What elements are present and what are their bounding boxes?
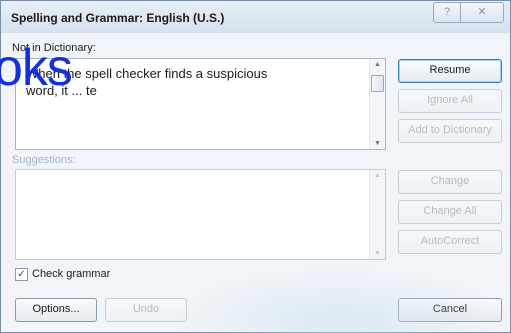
title-bar-buttons: ? ✕ — [433, 2, 504, 23]
change-button[interactable]: Change — [398, 170, 502, 194]
not-in-dictionary-line-2: word, it ... te — [26, 83, 97, 98]
undo-button[interactable]: Undo — [105, 298, 187, 322]
check-grammar-checkbox[interactable]: ✓ — [15, 268, 28, 281]
spelling-dialog: Spelling and Grammar: English (U.S.) ? ✕… — [0, 0, 511, 333]
dialog-body: Not in Dictionary: When the spell checke… — [1, 33, 510, 332]
dialog-title: Spelling and Grammar: English (U.S.) — [11, 11, 225, 25]
autocorrect-button[interactable]: AutoCorrect — [398, 230, 502, 254]
check-grammar-label: Check grammar — [32, 268, 111, 280]
not-in-dictionary-scrollbar[interactable]: ▲ ▼ — [369, 59, 385, 149]
help-icon: ? — [443, 6, 451, 18]
change-all-button[interactable]: Change All — [398, 200, 502, 224]
not-in-dictionary-label: Not in Dictionary: — [12, 42, 96, 54]
scroll-up-arrow-icon[interactable]: ▲ — [370, 61, 385, 68]
help-button[interactable]: ? — [433, 2, 461, 23]
add-to-dictionary-button[interactable]: Add to Dictionary — [398, 119, 502, 143]
cancel-button[interactable]: Cancel — [398, 298, 502, 322]
close-button[interactable]: ✕ — [461, 2, 504, 23]
resume-button[interactable]: Resume — [398, 59, 502, 83]
options-button[interactable]: Options... — [15, 298, 97, 322]
close-icon: ✕ — [477, 6, 487, 18]
ignore-all-button[interactable]: Ignore All — [398, 89, 502, 113]
suggestions-label: Suggestions: — [12, 154, 76, 166]
not-in-dictionary-line-1: When the spell checker finds a suspiciou… — [26, 66, 268, 81]
suggestions-scroll-down-icon[interactable]: ▼ — [370, 250, 385, 257]
scroll-thumb[interactable] — [371, 75, 384, 92]
suggestions-list[interactable]: ▲ ▼ — [15, 169, 386, 260]
suggestions-scroll-up-icon[interactable]: ▲ — [370, 172, 385, 179]
title-bar: Spelling and Grammar: English (U.S.) ? ✕ — [1, 1, 510, 33]
not-in-dictionary-textbox[interactable]: When the spell checker finds a suspiciou… — [15, 58, 386, 150]
scroll-down-arrow-icon[interactable]: ▼ — [370, 140, 385, 147]
suggestions-scrollbar[interactable]: ▲ ▼ — [369, 170, 385, 259]
